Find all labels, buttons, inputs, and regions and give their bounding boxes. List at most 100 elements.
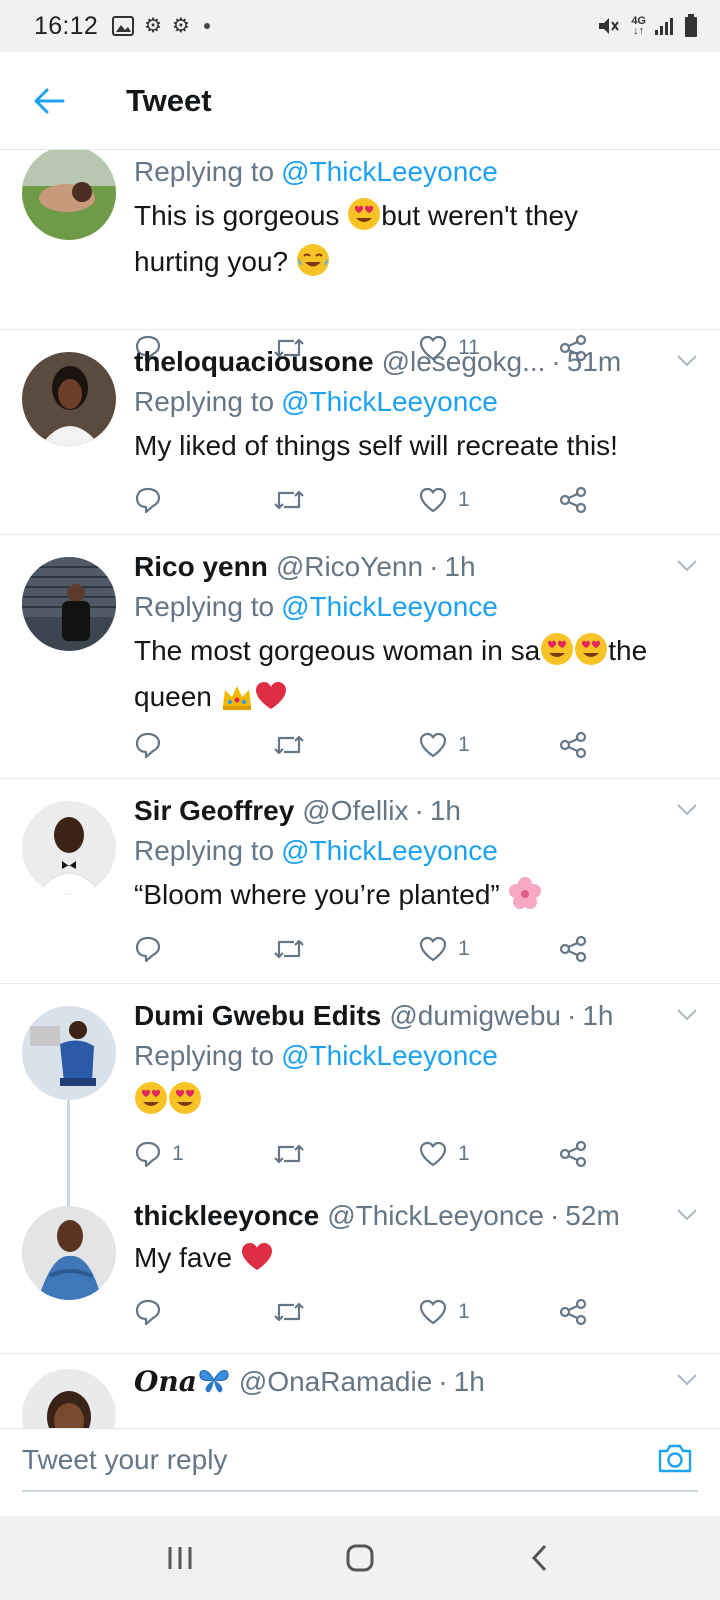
home-icon [346,1544,374,1572]
avatar[interactable] [22,801,116,895]
back-arrow-button[interactable] [24,76,74,126]
like-button[interactable]: 1 [418,929,470,969]
reply-button[interactable] [134,1292,162,1332]
reply-button[interactable] [134,929,162,969]
heart-eyes-emoji [168,1081,202,1126]
chevron-down-icon[interactable] [676,559,698,573]
back-chevron-icon [531,1544,547,1572]
tweet[interactable]: Sir Geoffrey @Ofellix · 1h Replying to @T… [0,779,720,984]
share-button[interactable] [558,480,588,520]
replying-to: Replying to @ThickLeeyonce [134,1040,498,1071]
status-bar: 16:12 ⚙ ⚙ 4G ↓↑ [0,0,720,52]
tweet[interactable]: theloquaciousone @lesegokg... · 51m Repl… [0,330,720,535]
tweet[interactable]: Replying to @ThickLeeyonce This is gorgeo… [0,150,720,362]
share-button[interactable] [558,1292,588,1332]
reply-icon [135,732,161,759]
replying-to: Replying to @ThickLeeyonce [134,386,498,417]
cherry-blossom-emoji [508,876,542,921]
author-handle[interactable]: @dumigwebu [389,1000,561,1032]
tweet-header: Rico yenn @RicoYenn · 1h [134,551,476,583]
like-button[interactable]: 1 [418,1292,470,1332]
author-name[interactable]: thickleeyonce [134,1200,319,1232]
heart-icon [419,1141,447,1167]
share-button[interactable] [558,929,588,969]
avatar[interactable] [22,1006,116,1100]
mention-link[interactable]: @ThickLeeyonce [281,1040,498,1071]
reply-button[interactable]: 1 [134,1134,184,1174]
mention-link[interactable]: @ThickLeeyonce [281,835,498,866]
system-navigation-bar [0,1516,720,1600]
avatar[interactable] [22,150,116,240]
retweet-icon [274,1144,304,1164]
chevron-down-icon[interactable] [676,1373,698,1387]
butterfly-emoji [197,1365,231,1402]
crown-emoji [220,682,254,723]
author-name[interactable]: theloquaciousone [134,346,374,378]
author-name[interactable]: Rico yenn [134,551,268,583]
retweet-button[interactable] [272,725,306,765]
back-button[interactable] [510,1528,570,1588]
author-handle[interactable]: @Ofellix [302,795,408,827]
image-icon [112,16,135,36]
retweet-button[interactable] [272,929,306,969]
mention-link[interactable]: @ThickLeeyonce [281,386,498,417]
tweet[interactable]: Ona @OnaRamadie · 1h [0,1355,720,1428]
tweet[interactable]: Dumi Gwebu Edits @dumigwebu · 1h Replyin… [0,984,720,1354]
author-handle[interactable]: @lesegokg... [382,346,546,378]
author-name[interactable]: Sir Geoffrey [134,795,294,827]
home-button[interactable] [330,1528,390,1588]
tweet-text: My liked of things self will recreate th… [134,430,618,461]
avatar[interactable] [22,352,116,446]
mention-link[interactable]: @ThickLeeyonce [281,156,498,187]
reply-input-underline [22,1490,698,1492]
share-icon [559,935,587,963]
tweet-text: This is gorgeous but weren't they hurtin… [134,196,698,288]
chevron-down-icon[interactable] [676,354,698,368]
like-button[interactable]: 1 [418,1134,470,1174]
like-button[interactable]: 1 [418,480,470,520]
tweet-header: Sir Geoffrey @Ofellix · 1h [134,795,461,827]
heart-eyes-emoji [134,1081,168,1126]
reply-button[interactable] [134,480,172,520]
mention-link[interactable]: @ThickLeeyonce [281,591,498,622]
reply-input[interactable] [22,1435,662,1485]
share-button[interactable] [558,725,588,765]
retweet-button[interactable] [272,480,306,520]
heart-icon [419,1299,447,1325]
tweet[interactable]: Rico yenn @RicoYenn · 1h Replying to @Thi… [0,535,720,779]
avatar[interactable] [22,1206,116,1300]
author-name[interactable]: Ona [134,1365,231,1402]
back-arrow-icon [34,88,65,113]
tweet-time: 1h [582,1000,614,1031]
retweet-button[interactable] [272,1134,306,1174]
status-time: 16:12 [34,11,99,40]
mute-vibrate-icon [599,18,620,34]
tweet-actions: 1 [134,725,604,765]
chevron-down-icon[interactable] [676,1208,698,1222]
author-handle[interactable]: @OnaRamadie [239,1366,432,1398]
camera-button[interactable] [650,1435,700,1481]
replies-timeline[interactable]: Replying to @ThickLeeyonce This is gorgeo… [0,150,720,1428]
like-button[interactable]: 1 [418,725,470,765]
tweet-actions: 1 [134,929,604,969]
thread-reply[interactable]: thickleeyonce @ThickLeeyonce · 52m My fa… [0,1188,720,1354]
reply-icon [135,1299,161,1326]
chevron-down-icon[interactable] [676,1008,698,1022]
share-button[interactable] [558,1134,588,1174]
author-handle[interactable]: @ThickLeeyonce [327,1200,544,1232]
retweet-icon [274,735,304,755]
reply-button[interactable] [134,725,162,765]
chevron-down-icon[interactable] [676,803,698,817]
avatar[interactable] [22,557,116,651]
avatar[interactable] [22,1369,116,1428]
tweet-header: Ona @OnaRamadie · 1h [134,1365,698,1401]
tweet-time: 1h [444,551,476,582]
author-name[interactable]: Dumi Gwebu Edits [134,1000,381,1032]
heart-icon [419,732,447,758]
signal-icon [655,18,673,35]
retweet-button[interactable] [272,1292,306,1332]
replying-to: Replying to @ThickLeeyonce [134,156,498,187]
author-handle[interactable]: @RicoYenn [276,551,423,583]
recents-button[interactable] [150,1528,210,1588]
heart-eyes-emoji [347,197,381,242]
